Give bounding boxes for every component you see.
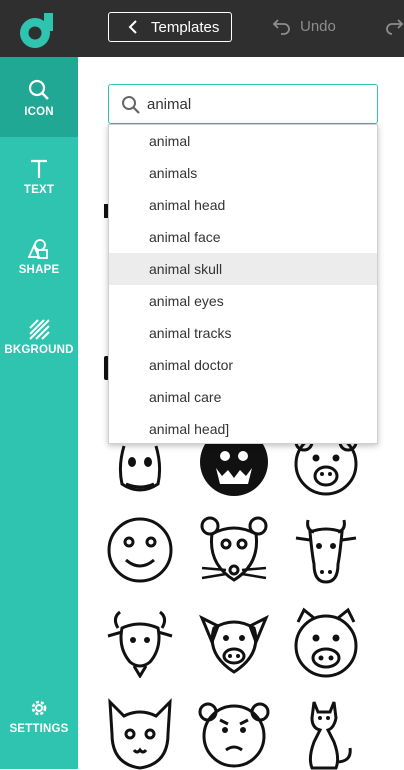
undo-label: Undo (300, 17, 336, 35)
sidebar-item-settings[interactable]: SETTINGS (0, 689, 78, 769)
icon-search-field (108, 84, 378, 124)
pig-icon[interactable] (198, 606, 270, 678)
shape-icon (27, 239, 48, 259)
templates-label: Templates (151, 18, 220, 36)
cat-sitting-icon[interactable] (290, 698, 362, 770)
suggestion-item[interactable]: animal care (109, 381, 377, 413)
pig-face-icon[interactable] (290, 606, 362, 678)
search-icon (28, 79, 49, 100)
suggestion-item[interactable]: animal tracks (109, 317, 377, 349)
search-input[interactable] (147, 89, 367, 119)
suggestion-item[interactable]: animal (109, 125, 377, 157)
sidebar-item-label: BKGROUND (4, 344, 74, 356)
suggestion-item[interactable]: animal doctor (109, 349, 377, 381)
sidebar-item-shape[interactable]: SHAPE (0, 217, 78, 297)
sidebar-item-icon[interactable]: ICON (0, 57, 78, 137)
app-logo-icon[interactable] (17, 11, 57, 51)
sidebar-item-text[interactable]: TEXT (0, 137, 78, 217)
search-suggestions: animal animals animal head animal face a… (108, 124, 378, 444)
suggestion-item[interactable]: animal eyes (109, 285, 377, 317)
sidebar-item-label: SETTINGS (9, 723, 69, 735)
suggestion-item[interactable]: animal face (109, 221, 377, 253)
background-icon (29, 319, 50, 340)
suggestion-item-highlighted[interactable]: animal skull (109, 253, 377, 285)
cow-icon[interactable] (290, 514, 362, 586)
suggestion-item[interactable]: animal head] (109, 413, 377, 445)
undo-icon (272, 19, 290, 35)
tool-sidebar: ICON TEXT SHAPE BKGROUND SETTINGS (0, 57, 78, 769)
gear-icon (31, 700, 47, 716)
undo-button[interactable]: Undo (272, 17, 336, 35)
goat-icon[interactable] (104, 606, 176, 678)
sidebar-item-background[interactable]: BKGROUND (0, 297, 78, 377)
smiley-face-icon[interactable] (104, 514, 176, 586)
search-icon (122, 96, 140, 114)
suggestion-item[interactable]: animals (109, 157, 377, 189)
mouse-icon[interactable] (198, 514, 270, 586)
chevron-left-icon (128, 20, 137, 34)
text-icon (31, 159, 47, 178)
redo-icon[interactable] (382, 17, 404, 35)
templates-back-button[interactable]: Templates (108, 12, 232, 42)
cat-face-icon[interactable] (104, 698, 176, 770)
sidebar-item-label: SHAPE (18, 264, 60, 276)
sidebar-item-label: TEXT (23, 184, 55, 196)
sidebar-item-label: ICON (24, 106, 54, 118)
monkey-face-icon[interactable] (198, 698, 270, 770)
suggestion-item[interactable]: animal head (109, 189, 377, 221)
top-bar: Templates Undo (0, 0, 404, 57)
